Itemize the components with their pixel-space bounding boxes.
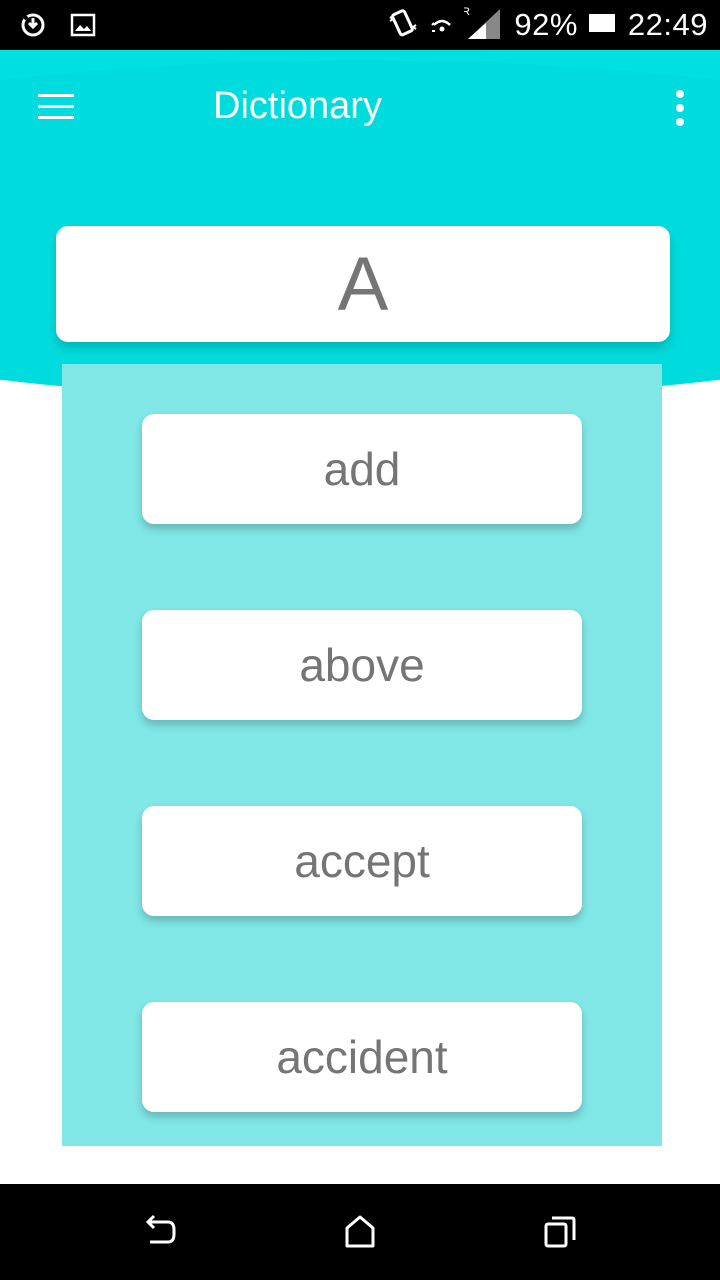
word-label: add <box>323 443 401 495</box>
recents-icon[interactable] <box>528 1200 592 1264</box>
screen: R 92% 22:49 Dictionary A add above accep… <box>0 0 720 1280</box>
clock: 22:49 <box>627 7 708 42</box>
word-label: accident <box>276 1031 448 1083</box>
letter-heading: A <box>337 241 389 327</box>
signal-roaming-icon: R <box>462 5 504 46</box>
word-label: above <box>299 639 425 691</box>
nav-bar <box>0 1184 720 1280</box>
hamburger-menu-icon[interactable] <box>34 90 78 126</box>
status-bar: R 92% 22:49 <box>0 0 720 50</box>
battery-percent: 92% <box>514 7 578 42</box>
app-title: Dictionary <box>213 85 382 127</box>
back-icon[interactable] <box>128 1200 192 1264</box>
wifi-icon <box>430 11 454 40</box>
image-icon <box>70 12 96 43</box>
word-label: accept <box>294 835 430 887</box>
battery-icon <box>588 11 618 40</box>
status-left <box>18 10 96 45</box>
word-card-accept[interactable]: accept <box>142 806 582 916</box>
vibrate-icon <box>386 7 420 44</box>
word-card-add[interactable]: add <box>142 414 582 524</box>
word-card-accident[interactable]: accident <box>142 1002 582 1112</box>
home-icon[interactable] <box>328 1200 392 1264</box>
status-right: R 92% 22:49 <box>386 0 708 50</box>
sync-icon <box>18 10 48 45</box>
more-vert-icon[interactable] <box>670 88 690 128</box>
word-card-above[interactable]: above <box>142 610 582 720</box>
letter-card[interactable]: A <box>56 226 670 342</box>
roaming-label: R <box>464 6 470 18</box>
